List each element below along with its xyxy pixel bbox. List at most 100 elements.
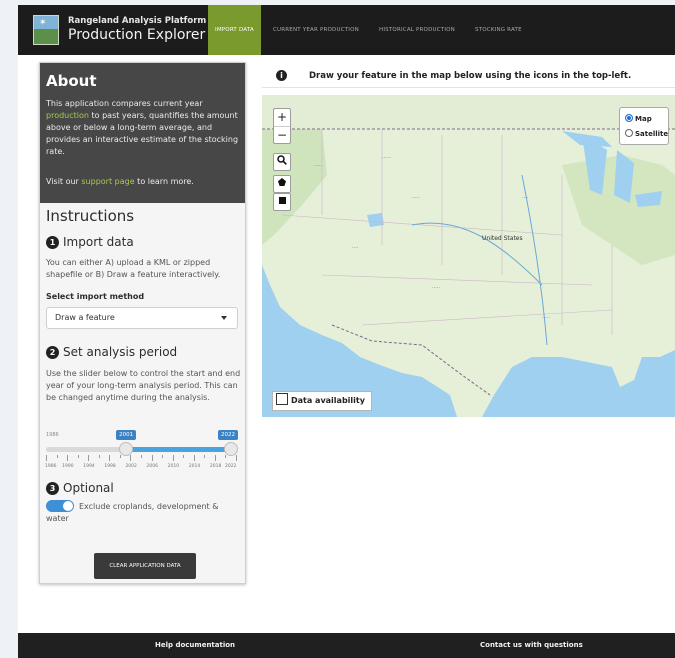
slider-end-handle[interactable] bbox=[224, 442, 238, 456]
about-text-start: This application compares current year bbox=[46, 99, 203, 108]
slider-tick bbox=[56, 455, 58, 458]
zoom-out-button[interactable]: − bbox=[274, 127, 290, 144]
top-navbar: ✶ Rangeland Analysis Platform Production… bbox=[18, 5, 675, 55]
tab-stocking-rate[interactable]: Stocking rate bbox=[475, 5, 522, 55]
slider-ticks bbox=[46, 455, 237, 463]
map-place-label: ···· bbox=[352, 245, 359, 251]
map-country-label: United States bbox=[482, 235, 523, 242]
visit-text-start: Visit our bbox=[46, 177, 82, 186]
layer-option-satellite[interactable]: Satellite bbox=[625, 129, 668, 138]
org-name: Rangeland Analysis Platform bbox=[68, 16, 207, 26]
footer-bar: Help documentation Contact us with quest… bbox=[18, 633, 675, 658]
layer-label-map: Map bbox=[635, 115, 652, 123]
layer-option-map[interactable]: Map bbox=[625, 114, 652, 123]
checkbox-icon bbox=[276, 393, 288, 405]
zoom-in-button[interactable]: + bbox=[274, 109, 290, 127]
slider-tick bbox=[141, 455, 142, 458]
slider-selected-range bbox=[125, 447, 232, 452]
slider-min-label: 1986 bbox=[46, 432, 59, 438]
layer-switcher: Map Satellite bbox=[619, 107, 669, 145]
analysis-period-slider[interactable]: 1986 2001 2022 1986 1990 1994 1998 2002 2006 2… bbox=[45, 427, 238, 472]
tab-import-data[interactable]: Import data bbox=[208, 5, 261, 55]
help-documentation-link[interactable]: Help documentation bbox=[155, 641, 235, 649]
import-method-select[interactable]: Draw a feature bbox=[46, 307, 238, 329]
step2-title: Set analysis period bbox=[63, 345, 178, 359]
step1-heading: 1 Import data bbox=[46, 235, 134, 249]
step2-number-badge: 2 bbox=[46, 346, 59, 359]
slider-end-badge: 2022 bbox=[218, 430, 238, 440]
slider-tick-label: 2006 bbox=[146, 464, 158, 469]
chevron-down-icon bbox=[221, 316, 227, 320]
search-icon[interactable] bbox=[273, 153, 291, 171]
map-view[interactable]: United States ····· ······ ····· ···· ··… bbox=[262, 95, 675, 417]
slider-tick-label: 1994 bbox=[83, 464, 95, 469]
slider-tick bbox=[98, 455, 100, 458]
slider-tick bbox=[214, 455, 216, 461]
contact-us-link[interactable]: Contact us with questions bbox=[480, 641, 583, 649]
step1-description: You can either A) upload a KML or zipped… bbox=[46, 258, 221, 279]
tab-historical-production[interactable]: Historical production bbox=[379, 5, 455, 55]
zoom-control: + − bbox=[273, 108, 291, 144]
slider-tick-label: 2022 bbox=[225, 464, 237, 469]
support-page-link[interactable]: support page bbox=[81, 177, 134, 186]
map-place-label: ····· bbox=[432, 285, 440, 291]
slider-tick-label: 2002 bbox=[125, 464, 137, 469]
app-title: Production Explorer bbox=[68, 27, 206, 43]
slider-tick bbox=[119, 455, 121, 458]
slider-tick-label: 1998 bbox=[104, 464, 116, 469]
step2-heading: 2 Set analysis period bbox=[46, 345, 177, 359]
map-place-label: ····· bbox=[314, 163, 322, 169]
slider-tick bbox=[67, 455, 69, 461]
map-place-label: ······ bbox=[382, 155, 392, 161]
slider-tick bbox=[88, 455, 90, 461]
slider-tick bbox=[77, 455, 79, 458]
app-frame: ✶ Rangeland Analysis Platform Production… bbox=[18, 5, 675, 658]
map-instruction-bar: i Draw your feature in the map below usi… bbox=[262, 67, 675, 88]
slider-tick bbox=[130, 455, 132, 461]
visit-text-end: to learn more. bbox=[134, 177, 194, 186]
sidebar-panel: About This application compares current … bbox=[39, 62, 246, 584]
slider-tick bbox=[109, 455, 111, 461]
step1-title: Import data bbox=[63, 235, 134, 249]
import-method-value: Draw a feature bbox=[55, 313, 115, 322]
instructions-heading: Instructions bbox=[46, 207, 135, 225]
map-place-label: ····· bbox=[542, 315, 550, 321]
slider-start-handle[interactable] bbox=[119, 442, 134, 456]
exclude-croplands-toggle[interactable] bbox=[46, 500, 74, 512]
layer-label-satellite: Satellite bbox=[635, 130, 669, 138]
app-logo: ✶ bbox=[33, 15, 59, 45]
slider-tick bbox=[172, 455, 174, 461]
visit-support: Visit our support page to learn more. bbox=[46, 177, 194, 186]
polygon-icon[interactable] bbox=[273, 175, 291, 193]
step3-heading: 3 Optional bbox=[46, 481, 114, 495]
map-instruction-text: Draw your feature in the map below using… bbox=[309, 71, 632, 81]
us-map-graphic bbox=[262, 95, 675, 417]
slider-tick-label: 2018 bbox=[209, 464, 222, 469]
radio-selected-icon bbox=[625, 114, 633, 122]
map-place-label: ····· bbox=[412, 195, 420, 201]
slider-tick bbox=[193, 455, 195, 461]
slider-tick-label: 1986 bbox=[45, 464, 57, 469]
about-description: This application compares current year p… bbox=[46, 98, 240, 158]
info-icon: i bbox=[276, 70, 287, 81]
production-link[interactable]: production bbox=[46, 111, 89, 120]
slider-tick bbox=[204, 455, 206, 458]
rectangle-icon[interactable] bbox=[273, 193, 291, 211]
data-availability-label: Data availability bbox=[291, 396, 365, 405]
slider-tick-label: 2014 bbox=[188, 464, 201, 469]
map-place-label: ···· bbox=[522, 195, 529, 201]
slider-tick bbox=[162, 455, 164, 458]
data-availability-toggle[interactable]: Data availability bbox=[272, 391, 372, 411]
exclude-croplands-label: Exclude croplands, development & water bbox=[46, 502, 219, 523]
import-method-label: Select import method bbox=[46, 292, 145, 301]
slider-tick bbox=[151, 455, 153, 461]
step3-title: Optional bbox=[63, 481, 114, 495]
clear-application-data-button[interactable]: Clear application data bbox=[94, 553, 196, 579]
step2-description: Use the slider below to control the star… bbox=[46, 369, 241, 402]
about-heading: About bbox=[46, 72, 97, 90]
slider-start-badge: 2001 bbox=[116, 430, 137, 440]
slider-tick-label: 1990 bbox=[62, 464, 74, 469]
tab-current-year-production[interactable]: Current year production bbox=[273, 5, 359, 55]
step1-number-badge: 1 bbox=[46, 236, 59, 249]
radio-unselected-icon bbox=[625, 129, 633, 137]
